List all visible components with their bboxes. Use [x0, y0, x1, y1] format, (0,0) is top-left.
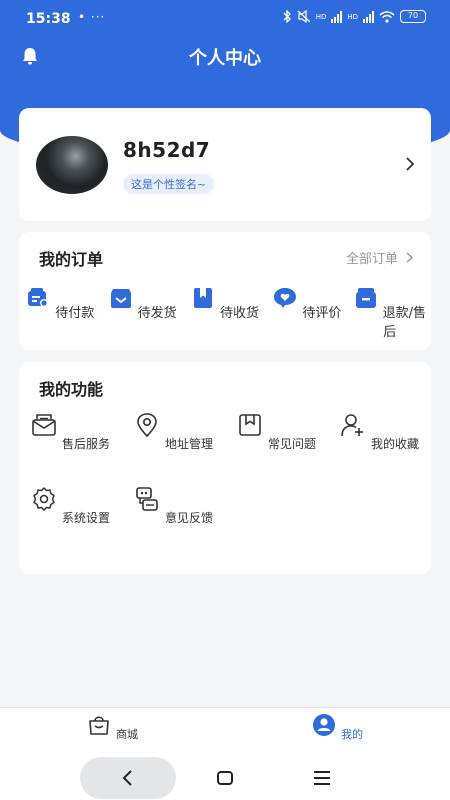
system-nav-bar [0, 757, 450, 800]
comment-heart-icon [274, 288, 297, 308]
func-favorites[interactable]: 我的收藏 [328, 410, 431, 484]
page-title: 个人中心 [189, 48, 261, 69]
bluetooth-icon [283, 10, 291, 23]
status-icons: HD HD 70 [282, 10, 426, 23]
functions-section-title: 我的功能 [39, 380, 104, 399]
menu-icon[interactable] [310, 766, 334, 790]
tab-mine[interactable]: 我的 [225, 708, 450, 757]
tab-label: 我的 [341, 728, 364, 741]
func-settings[interactable]: 系统设置 [19, 484, 122, 558]
package-icon [110, 289, 131, 308]
order-label: 待发货 [137, 306, 177, 321]
my-functions-card: 我的功能 售后服务 地址管理 常见问题 我的收藏 系统设置 意见反馈 [19, 362, 431, 574]
signal-bars-icon-2 [363, 10, 374, 23]
user-icon [312, 714, 335, 736]
refund-box-icon [355, 288, 376, 308]
status-notification-dots: • ··· [78, 10, 106, 24]
signal-hd-label-2: HD [347, 12, 358, 21]
orders-section-title: 我的订单 [39, 250, 104, 269]
order-label: 待付款 [55, 306, 95, 321]
order-pending-receipt[interactable]: 待收货 [184, 284, 266, 340]
func-label: 常见问题 [268, 437, 317, 451]
func-after-sales[interactable]: 售后服务 [19, 410, 122, 484]
mail-icon [32, 414, 56, 436]
func-label: 意见反馈 [165, 511, 214, 525]
profile-card[interactable]: 8h52d7 这是个性签名~ [19, 108, 431, 221]
user-plus-icon [341, 414, 363, 437]
bottom-tab-bar: 商城 我的 [0, 707, 450, 757]
func-label: 我的收藏 [371, 437, 420, 451]
wifi-icon [379, 10, 395, 23]
func-feedback[interactable]: 意见反馈 [122, 484, 225, 558]
top-bar: 个人中心 [0, 38, 450, 74]
order-pending-shipment[interactable]: 待发货 [101, 284, 183, 340]
func-label: 地址管理 [165, 437, 214, 451]
status-bar: 15:38 • ··· HD HD 70 [0, 0, 450, 38]
func-label: 系统设置 [62, 511, 111, 525]
feedback-icon [136, 487, 158, 511]
all-orders-label: 全部订单 [345, 252, 398, 267]
order-pending-payment[interactable]: 待付款 [19, 284, 101, 340]
mute-icon [297, 10, 311, 23]
func-address[interactable]: 地址管理 [122, 410, 225, 484]
order-label: 待评价 [302, 306, 342, 321]
chevron-right-icon[interactable] [405, 156, 415, 172]
func-label: 售后服务 [62, 437, 111, 451]
signal-bars-icon-1 [331, 10, 343, 23]
back-icon[interactable] [116, 766, 140, 790]
location-icon [137, 413, 157, 438]
signature-badge: 这是个性签名~ [123, 174, 215, 194]
all-orders-link[interactable]: 全部订单 [346, 248, 413, 267]
gear-icon [33, 487, 55, 511]
order-pending-review[interactable]: 待评价 [266, 284, 348, 340]
username: 8h52d7 [123, 138, 211, 162]
my-orders-card: 我的订单 全部订单 待付款 待发货 待收货 待评价 退款/售后 [19, 232, 431, 350]
order-label: 退款/售后 [382, 306, 426, 340]
order-label: 待收货 [220, 306, 260, 321]
shop-bag-icon [89, 716, 109, 735]
chevron-right-icon [406, 252, 413, 263]
battery-icon: 70 [400, 10, 426, 23]
order-refund-aftersale[interactable]: 退款/售后 [349, 284, 431, 340]
status-time: 15:38 [26, 11, 71, 27]
signal-hd-label-1: HD [315, 12, 327, 21]
wallet-icon [28, 288, 49, 307]
bookmark-icon [239, 414, 261, 436]
home-icon[interactable] [213, 766, 237, 790]
tab-label: 商城 [116, 728, 139, 741]
tab-shop[interactable]: 商城 [0, 708, 225, 757]
func-faq[interactable]: 常见问题 [225, 410, 328, 484]
avatar[interactable] [36, 136, 108, 194]
bookmark-box-icon [193, 288, 212, 308]
